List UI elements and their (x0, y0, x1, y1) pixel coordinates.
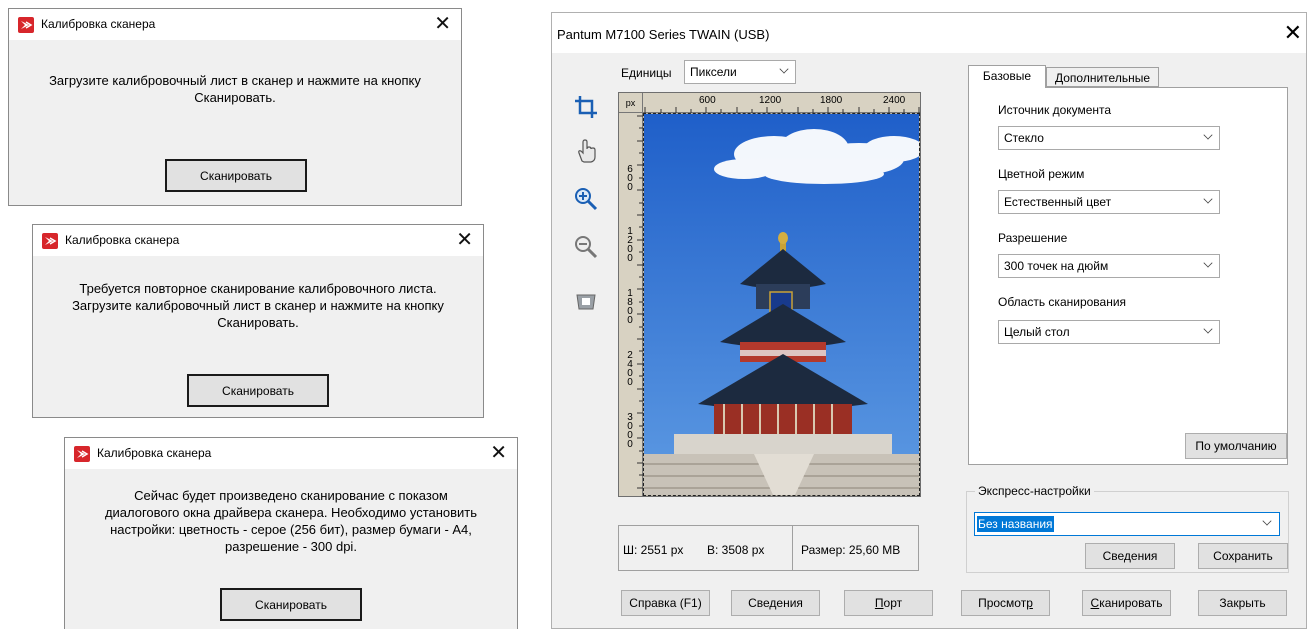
width-readout: Ш: 2551 px (623, 543, 684, 557)
window-titlebar: Pantum M7100 Series TWAIN (USB) ✕ (552, 13, 1306, 53)
dialog-title: Калибровка сканера (97, 446, 212, 460)
express-info-button[interactable]: Сведения (1085, 543, 1175, 569)
ruler-tick-label: 1200 (759, 95, 782, 106)
source-select[interactable]: Стекло (998, 126, 1220, 150)
tab-advanced[interactable]: Дополнительные (1046, 67, 1159, 87)
size-readout: Размер: 25,60 MB (801, 543, 901, 557)
chevron-down-icon (779, 64, 789, 74)
info-button[interactable]: Сведения (731, 590, 820, 616)
height-readout: В: 3508 px (707, 543, 765, 557)
express-preset-select[interactable]: Без названия (974, 512, 1280, 536)
express-settings-legend: Экспресс-настройки (975, 484, 1094, 498)
horizontal-ruler: 600 1200 1800 2400 (643, 93, 920, 113)
ruler-tick-label: 600 (627, 164, 633, 193)
chevron-down-icon (1262, 516, 1272, 526)
calibration-dialog-2: Калибровка сканера ✕ Требуется повторное… (32, 224, 484, 418)
scan-button[interactable]: Сканировать (165, 159, 307, 192)
default-button[interactable]: По умолчанию (1185, 433, 1287, 459)
units-select[interactable]: Пиксели (684, 60, 796, 84)
ruler-unit: px (619, 93, 643, 113)
dialog-title: Калибровка сканера (65, 233, 180, 247)
dialog-titlebar: Калибровка сканера ✕ (9, 9, 461, 40)
crop-icon[interactable] (572, 93, 600, 121)
ruler-tick-label: 3000 (627, 412, 633, 450)
dialog-message: Загрузите калибровочный лист в сканер и … (49, 73, 421, 105)
units-label: Единицы (621, 66, 672, 80)
source-label: Источник документа (998, 103, 1112, 117)
basic-settings-panel: Источник документа Стекло Цветной режим … (968, 87, 1288, 465)
vertical-ruler: 600 1200 1800 2400 3000 (619, 113, 643, 496)
ruler-tick-label: 1200 (627, 226, 633, 264)
dialog-message: Требуется повторное сканирование калибро… (72, 281, 444, 330)
fit-page-icon[interactable] (572, 287, 600, 315)
pantum-app-icon (42, 233, 58, 249)
help-button[interactable]: Справка (F1) (621, 590, 710, 616)
chevron-down-icon (1203, 130, 1213, 140)
color-mode-label: Цветной режим (998, 167, 1085, 181)
close-icon[interactable]: ✕ (456, 228, 473, 252)
divider (792, 526, 793, 570)
calibration-dialog-3: Калибровка сканера ✕ Сейчас будет произв… (64, 437, 518, 629)
color-mode-select[interactable]: Естественный цвет (998, 190, 1220, 214)
resolution-select[interactable]: 300 точек на дюйм (998, 254, 1220, 278)
ruler-tick-label: 600 (699, 95, 716, 106)
close-icon[interactable]: ✕ (1284, 21, 1302, 45)
resolution-label: Разрешение (998, 231, 1068, 245)
pantum-app-icon (74, 446, 90, 462)
close-icon[interactable]: ✕ (490, 441, 507, 465)
window-title: Pantum M7100 Series TWAIN (USB) (557, 27, 770, 42)
scan-button[interactable]: Сканировать (220, 588, 362, 621)
hand-icon[interactable] (572, 137, 600, 165)
port-button[interactable]: Порт (844, 590, 933, 616)
dialog-title: Калибровка сканера (41, 17, 156, 31)
dialog-titlebar: Калибровка сканера ✕ (65, 438, 517, 469)
scan-area-label: Область сканирования (998, 295, 1127, 309)
dialog-message: Сейчас будет произведено сканирование с … (104, 488, 478, 554)
close-icon[interactable]: ✕ (434, 12, 451, 36)
chevron-down-icon (1203, 258, 1213, 268)
express-settings-group: Экспресс-настройки Без названия Сведения… (966, 484, 1289, 573)
chevron-down-icon (1203, 194, 1213, 204)
scan-preview: px 600 1200 1800 2400 600 1200 1800 2400… (618, 92, 921, 497)
scan-button[interactable]: Сканировать (1082, 590, 1171, 616)
close-button[interactable]: Закрыть (1198, 590, 1287, 616)
chevron-down-icon (1203, 324, 1213, 334)
ruler-tick-label: 1800 (627, 288, 633, 326)
scan-button[interactable]: Сканировать (187, 374, 329, 407)
pantum-app-icon (18, 17, 34, 33)
preview-button[interactable]: Просмотр (961, 590, 1050, 616)
express-save-button[interactable]: Сохранить (1198, 543, 1288, 569)
twain-window: Pantum M7100 Series TWAIN (USB) ✕ Единиц… (551, 12, 1307, 629)
zoom-in-icon[interactable] (572, 185, 600, 213)
ruler-tick-label: 2400 (627, 350, 633, 388)
image-info-panel: Ш: 2551 px В: 3508 px Размер: 25,60 MB (618, 525, 919, 571)
ruler-tick-label: 2400 (883, 95, 906, 106)
dialog-titlebar: Калибровка сканера ✕ (33, 225, 483, 256)
calibration-dialog-1: Калибровка сканера ✕ Загрузите калиброво… (8, 8, 462, 206)
tab-basic[interactable]: Базовые (968, 65, 1046, 88)
scan-area-select[interactable]: Целый стол (998, 320, 1220, 344)
ruler-tick-label: 1800 (820, 95, 843, 106)
zoom-out-icon[interactable] (572, 233, 600, 261)
preview-image[interactable] (643, 113, 920, 496)
